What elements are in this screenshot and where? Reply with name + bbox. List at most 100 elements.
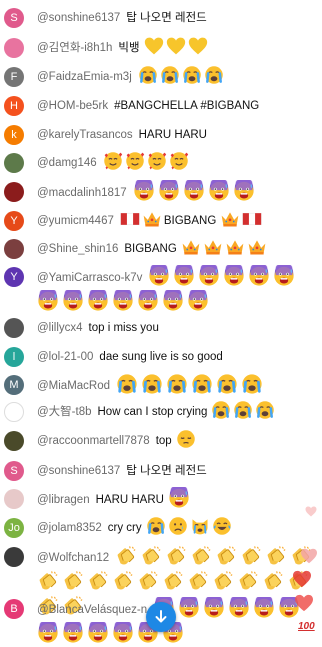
message-body: @Shine_shin16 BIGBANG: [37, 237, 316, 261]
smiling-hearts-face-icon: [125, 151, 145, 171]
clap-icon: [87, 570, 109, 592]
avatar[interactable]: M: [4, 375, 24, 395]
avatar[interactable]: [4, 239, 24, 259]
author-name[interactable]: @sonshine6137: [37, 465, 120, 477]
live-chat-feed[interactable]: S @sonshine6137 탑 나오면 레전드 @김연화-i8h1h 빅뱅 F @Fai…: [0, 0, 322, 643]
avatar[interactable]: Y: [4, 267, 24, 287]
crying-face-icon: [138, 65, 158, 85]
avatar[interactable]: [4, 402, 24, 422]
clap-icon: [215, 545, 237, 567]
message-text: BIGBANG: [163, 215, 217, 227]
heart-icon: [305, 506, 317, 517]
avatar[interactable]: [4, 318, 24, 338]
author-name[interactable]: @FaidzaEmia-m3j: [37, 71, 132, 83]
crying-face-icon: [116, 373, 138, 395]
smiling-hearts-face-icon: [147, 151, 167, 171]
author-name[interactable]: @sonshine6137: [37, 12, 120, 24]
cold-sweat-face-icon: [148, 265, 170, 287]
author-name[interactable]: @BlancaVelásquez-n: [37, 604, 147, 616]
crying-face-icon: [216, 373, 238, 395]
avatar[interactable]: [4, 431, 24, 451]
author-name[interactable]: @macdalinh1817: [37, 187, 127, 199]
cold-sweat-face-icon: [198, 265, 220, 287]
clap-icon: [237, 570, 259, 592]
message-text: top: [155, 435, 172, 447]
author-name[interactable]: @Wolfchan12: [37, 552, 109, 564]
hundred-points-icon: 100: [298, 621, 315, 632]
clap-icon: [212, 570, 234, 592]
avatar[interactable]: [4, 182, 24, 202]
avatar[interactable]: B: [4, 599, 24, 619]
message-text: #BANGCHELLA #BIGBANG: [114, 100, 260, 112]
avatar-initial: S: [10, 465, 18, 477]
cold-sweat-face-icon: [162, 290, 184, 312]
smiling-hearts-face-icon: [103, 151, 123, 171]
cold-sweat-face-icon: [253, 597, 275, 619]
avatar-initial: B: [10, 603, 18, 615]
cold-sweat-face-icon: [187, 290, 209, 312]
crying-face-icon: [241, 373, 263, 395]
cold-sweat-face-icon: [273, 265, 295, 287]
avatar[interactable]: [4, 489, 24, 509]
crying-face-icon: [211, 400, 231, 420]
avatar-initial: M: [9, 379, 19, 391]
avatar[interactable]: [4, 153, 24, 173]
crown-icon: [181, 237, 201, 257]
message-body: @jolam8352 cry cry: [37, 516, 316, 540]
message-text: 탑 나오면 레전드: [126, 12, 207, 24]
avatar[interactable]: Y: [4, 211, 24, 231]
cold-sweat-face-icon: [137, 290, 159, 312]
clap-icon: [37, 570, 59, 592]
avatar[interactable]: k: [4, 125, 24, 145]
crying-face-icon: [141, 373, 163, 395]
avatar-initial: S: [10, 12, 18, 24]
message-text: 탑 나오면 레전드: [126, 465, 207, 477]
yellow-heart-icon: [144, 36, 164, 56]
author-name[interactable]: @yumicm4467: [37, 215, 114, 227]
avatar[interactable]: F: [4, 67, 24, 87]
author-name[interactable]: @lillycx4: [37, 322, 83, 334]
avatar[interactable]: H: [4, 96, 24, 116]
message-body: @MiaMacRod: [37, 373, 316, 398]
message-body: @damg146: [37, 151, 316, 175]
avatar[interactable]: [4, 38, 24, 58]
author-name[interactable]: @MiaMacRod: [37, 380, 110, 392]
avatar[interactable]: [4, 547, 24, 567]
author-name[interactable]: @libragen: [37, 494, 90, 506]
avatar[interactable]: S: [4, 461, 24, 481]
clap-icon: [112, 570, 134, 592]
clap-icon: [265, 545, 287, 567]
crown-icon: [225, 237, 245, 257]
crown-icon: [203, 237, 223, 257]
clap-icon: [165, 545, 187, 567]
message-text: cry cry: [107, 522, 142, 534]
crying-face-icon: [182, 65, 202, 85]
author-name[interactable]: @YamiCarrasco-k7v: [37, 272, 142, 284]
author-name[interactable]: @karelyTrasancos: [37, 129, 133, 141]
author-name[interactable]: @raccoonmartell7878: [37, 435, 150, 447]
message-body: @FaidzaEmia-m3j: [37, 65, 316, 89]
scroll-to-bottom-button[interactable]: [146, 602, 176, 632]
message-text: HARU HARU: [95, 494, 164, 506]
avatar-initial: F: [10, 71, 18, 83]
cold-sweat-face-icon: [87, 290, 109, 312]
cold-sweat-face-icon: [178, 597, 200, 619]
heart-icon: [292, 570, 312, 588]
message-body: @raccoonmartell7878 top: [37, 429, 316, 453]
crown-icon: [247, 237, 267, 257]
author-name[interactable]: @Shine_shin16: [37, 243, 118, 255]
message-body: @libragen HARU HARU: [37, 487, 316, 512]
author-name[interactable]: @HOM-be5rk: [37, 100, 108, 112]
author-name[interactable]: @김연화-i8h1h: [37, 42, 112, 54]
avatar[interactable]: Jo: [4, 518, 24, 538]
author-name[interactable]: @damg146: [37, 157, 97, 169]
author-name[interactable]: @jolam8352: [37, 522, 102, 534]
message-body: @sonshine6137 탑 나오면 레전드: [37, 459, 316, 483]
author-name[interactable]: @lol-21-00: [37, 351, 93, 363]
avatar[interactable]: l: [4, 347, 24, 367]
heart-icon: [294, 594, 314, 612]
author-name[interactable]: @大智-t8b: [37, 406, 92, 418]
message-body: @sonshine6137 탑 나오면 레전드: [37, 6, 316, 30]
avatar[interactable]: S: [4, 8, 24, 28]
crying-cat-icon: [190, 516, 210, 536]
